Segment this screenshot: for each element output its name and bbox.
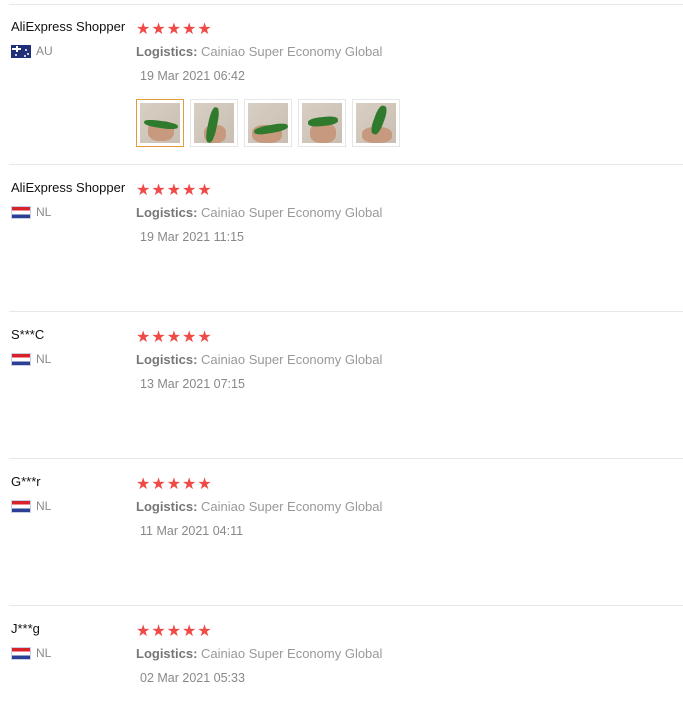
star-icon: ★ <box>182 180 197 199</box>
star-icon: ★ <box>136 621 151 640</box>
review-item: G***r NL ★ ★ ★ ★ ★ Logistics: Cainiao Su… <box>0 459 683 606</box>
star-icon: ★ <box>151 327 166 346</box>
country-code: NL <box>36 499 52 513</box>
star-icon: ★ <box>136 180 151 199</box>
star-icon: ★ <box>182 474 197 493</box>
star-icon: ★ <box>166 474 182 493</box>
logistics-info: Logistics: Cainiao Super Economy Global <box>136 205 382 220</box>
logistics-value: Cainiao Super Economy Global <box>201 44 383 59</box>
reviewer-country: NL <box>11 499 51 513</box>
logistics-label: Logistics: <box>136 44 198 59</box>
logistics-value: Cainiao Super Economy Global <box>201 499 383 514</box>
review-item: J***g NL ★ ★ ★ ★ ★ Logistics: Cainiao Su… <box>0 606 683 721</box>
reviewer-name: J***g <box>11 621 40 636</box>
star-icon: ★ <box>151 474 166 493</box>
country-code: NL <box>36 646 52 660</box>
star-icon: ★ <box>197 474 212 493</box>
reviewer-name: G***r <box>11 474 41 489</box>
logistics-label: Logistics: <box>136 646 198 661</box>
star-icon: ★ <box>136 327 151 346</box>
photo-thumbnail[interactable] <box>190 99 238 147</box>
reviewer-country: NL <box>11 352 51 366</box>
reviewer-name: S***C <box>11 327 45 342</box>
review-date: 19 Mar 2021 11:15 <box>140 230 245 244</box>
star-rating: ★ ★ ★ ★ ★ <box>136 182 212 198</box>
star-icon: ★ <box>197 621 212 640</box>
review-item: AliExpress Shopper AU ★ ★ ★ ★ ★ Logistic… <box>0 4 683 165</box>
star-icon: ★ <box>136 474 151 493</box>
logistics-label: Logistics: <box>136 352 198 367</box>
review-date: 02 Mar 2021 05:33 <box>140 671 245 685</box>
reviewer-country: NL <box>11 205 51 219</box>
logistics-value: Cainiao Super Economy Global <box>201 205 383 220</box>
star-rating: ★ ★ ★ ★ ★ <box>136 21 212 37</box>
photo-thumbnail[interactable] <box>244 99 292 147</box>
star-icon: ★ <box>151 621 166 640</box>
logistics-value: Cainiao Super Economy Global <box>201 352 383 367</box>
star-icon: ★ <box>182 327 197 346</box>
star-icon: ★ <box>166 180 182 199</box>
star-icon: ★ <box>166 621 182 640</box>
review-date: 13 Mar 2021 07:15 <box>140 377 245 391</box>
nl-flag-icon <box>11 205 31 219</box>
review-item: S***C NL ★ ★ ★ ★ ★ Logistics: Cainiao Su… <box>0 312 683 459</box>
star-icon: ★ <box>166 19 182 38</box>
au-flag-icon <box>11 44 31 58</box>
logistics-info: Logistics: Cainiao Super Economy Global <box>136 499 382 514</box>
star-rating: ★ ★ ★ ★ ★ <box>136 329 212 345</box>
star-rating: ★ ★ ★ ★ ★ <box>136 476 212 492</box>
logistics-value: Cainiao Super Economy Global <box>201 646 383 661</box>
reviewer-country: AU <box>11 44 53 58</box>
review-date: 11 Mar 2021 04:11 <box>140 524 244 538</box>
star-rating: ★ ★ ★ ★ ★ <box>136 623 212 639</box>
reviewer-name: AliExpress Shopper <box>11 180 126 195</box>
country-code: AU <box>36 44 53 58</box>
country-code: NL <box>36 352 52 366</box>
star-icon: ★ <box>136 19 151 38</box>
country-code: NL <box>36 205 52 219</box>
photo-thumbnail[interactable] <box>136 99 184 147</box>
logistics-info: Logistics: Cainiao Super Economy Global <box>136 646 382 661</box>
logistics-info: Logistics: Cainiao Super Economy Global <box>136 352 382 367</box>
review-date: 19 Mar 2021 06:42 <box>140 69 245 83</box>
photo-thumbnail[interactable] <box>352 99 400 147</box>
reviewer-country: NL <box>11 646 51 660</box>
star-icon: ★ <box>197 327 212 346</box>
star-icon: ★ <box>166 327 182 346</box>
logistics-label: Logistics: <box>136 205 198 220</box>
star-icon: ★ <box>151 19 166 38</box>
star-icon: ★ <box>182 621 197 640</box>
nl-flag-icon <box>11 646 31 660</box>
nl-flag-icon <box>11 352 31 366</box>
reviewer-name: AliExpress Shopper <box>11 19 126 34</box>
review-item: AliExpress Shopper NL ★ ★ ★ ★ ★ Logistic… <box>0 165 683 312</box>
star-icon: ★ <box>182 19 197 38</box>
star-icon: ★ <box>151 180 166 199</box>
logistics-label: Logistics: <box>136 499 198 514</box>
photo-thumbnail[interactable] <box>298 99 346 147</box>
star-icon: ★ <box>197 180 212 199</box>
nl-flag-icon <box>11 499 31 513</box>
review-photos <box>136 99 400 147</box>
logistics-info: Logistics: Cainiao Super Economy Global <box>136 44 382 59</box>
star-icon: ★ <box>197 19 212 38</box>
